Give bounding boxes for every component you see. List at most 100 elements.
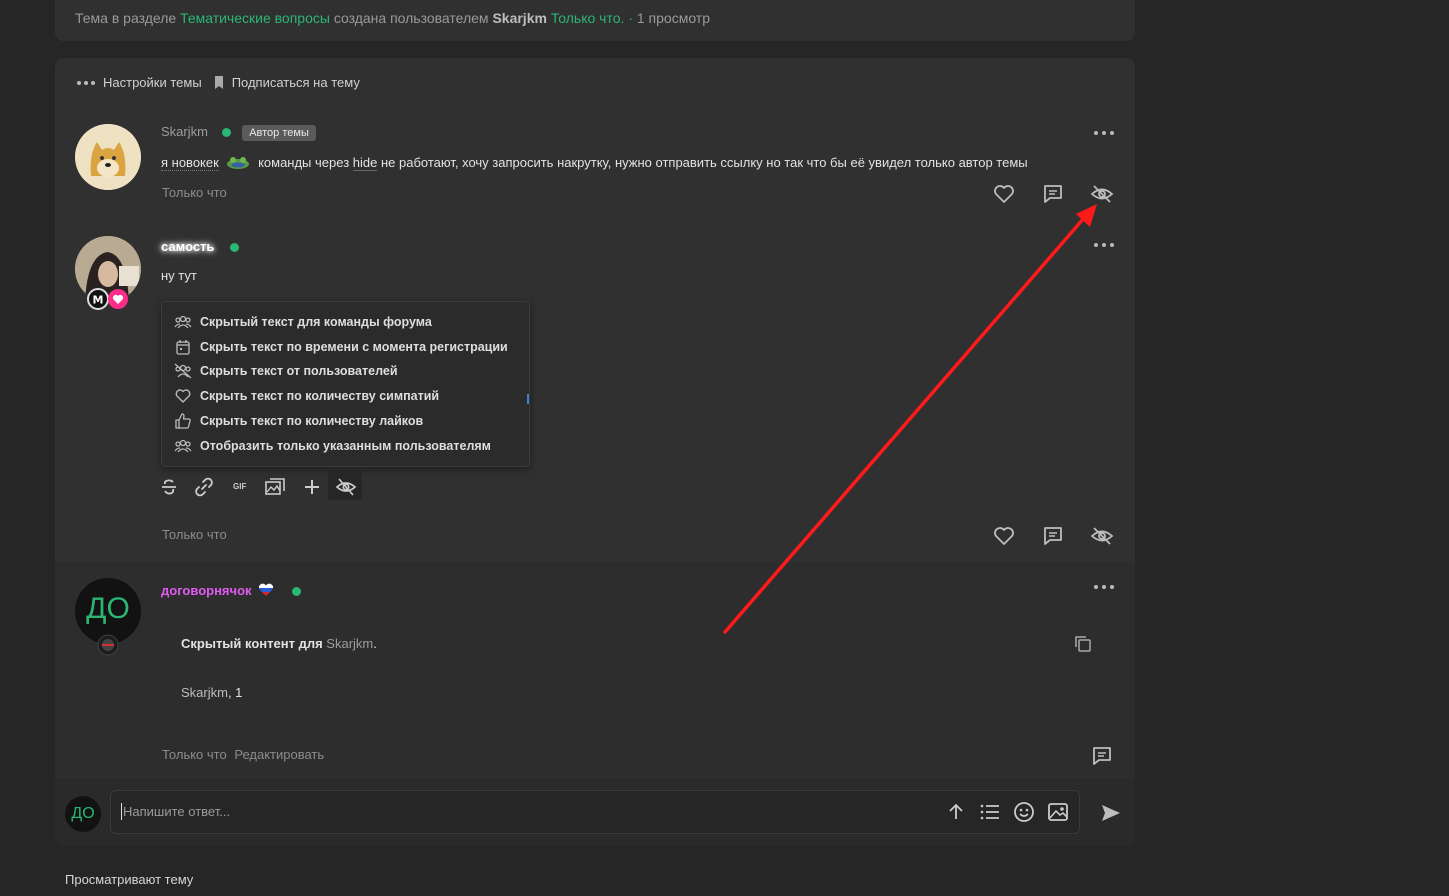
reply-comment-icon[interactable]: [1090, 744, 1114, 768]
post-time[interactable]: Только что: [162, 185, 227, 200]
menu-item-only-users[interactable]: Отобразить только указанным пользователя…: [174, 437, 491, 455]
reply-avatar: ДО: [65, 796, 101, 832]
strikethrough-icon[interactable]: [158, 476, 180, 498]
meta-views: 1 просмотр: [636, 10, 711, 26]
menu-item-time[interactable]: Скрыть текст по времени с момента регист…: [174, 338, 508, 356]
online-indicator: [291, 587, 301, 597]
text-cursor: [527, 394, 529, 404]
section-link[interactable]: Тематические вопросы: [180, 10, 330, 26]
flag-badge-icon: [97, 634, 119, 656]
plus-icon[interactable]: [301, 476, 323, 498]
post-footer: Только что Редактировать: [162, 747, 324, 762]
online-indicator: [221, 128, 231, 138]
menu-item-users-off[interactable]: Скрыть текст от пользователей: [174, 362, 398, 380]
post-header: договорнячок: [161, 583, 301, 598]
image-icon[interactable]: [1047, 801, 1069, 823]
badge-m-icon: M: [87, 288, 109, 310]
post-time[interactable]: Только что: [162, 527, 227, 542]
edit-link[interactable]: Редактировать: [234, 747, 324, 762]
svg-text:M: M: [93, 294, 104, 307]
heart-icon: [175, 389, 191, 403]
menu-item-likes[interactable]: Скрыть текст по количеству лайков: [174, 412, 423, 430]
gif-button[interactable]: GIF: [233, 482, 246, 491]
hidden-user-link[interactable]: Skarjkm: [326, 636, 373, 651]
viewers-heading: Просматривают тему: [65, 872, 194, 887]
quote-user[interactable]: Skarjkm: [181, 685, 228, 700]
post-3: ДО договорнячок Скрытый контент для Skar…: [55, 562, 1135, 778]
post-text: я новокек команды через hide не работают…: [161, 155, 1028, 171]
thread-toolbar: Настройки темы Подписаться на тему: [77, 75, 360, 90]
menu-item-label: Скрыть текст по времени с момента регист…: [200, 340, 508, 354]
reply-panel: ДО Напишите ответ...: [55, 778, 1135, 846]
bookmark-icon: [214, 76, 223, 89]
meta-prefix: Тема в разделе: [75, 10, 177, 26]
users-off-icon: [174, 363, 192, 379]
post-text-hide: hide: [352, 155, 378, 171]
copy-icon[interactable]: [1073, 634, 1093, 654]
hide-options-menu: Скрытый текст для команды форума Скрыть …: [161, 301, 530, 467]
thread-settings-button[interactable]: Настройки темы: [103, 75, 202, 90]
menu-item-label: Скрыть текст от пользователей: [200, 364, 398, 378]
doge-avatar-icon: [75, 124, 141, 190]
more-options-icon[interactable]: [1093, 582, 1115, 592]
avatar[interactable]: [75, 124, 141, 190]
reply-comment-icon[interactable]: [1041, 524, 1065, 548]
menu-item-label: Отобразить только указанным пользователя…: [200, 439, 491, 453]
post-text-part: не работают, хочу запросить накрутку, ну…: [380, 155, 1028, 170]
users-icon: [174, 439, 192, 453]
meta-created-by: создана пользователем: [333, 10, 489, 26]
arrow-up-icon[interactable]: [945, 801, 967, 823]
thread-meta-line: Тема в разделе Тематические вопросы созд…: [75, 10, 710, 26]
post-text: ну тут: [161, 268, 197, 283]
reply-avatar-initials: ДО: [71, 805, 95, 822]
thread-header-panel: Тема в разделе Тематические вопросы созд…: [55, 0, 1135, 41]
quote-line: Skarjkm, 1: [181, 685, 242, 700]
more-options-icon[interactable]: [1093, 240, 1115, 250]
calendar-icon: [176, 340, 190, 355]
emoji-frog-icon: [227, 157, 250, 169]
thread-panel: Настройки темы Подписаться на тему Skarj…: [55, 58, 1135, 845]
meta-time: Только что.: [550, 10, 625, 26]
reply-input[interactable]: Напишите ответ...: [110, 790, 1080, 834]
thumbs-up-icon: [175, 413, 191, 429]
gallery-icon[interactable]: [264, 476, 286, 498]
username[interactable]: самость: [161, 239, 214, 254]
emoji-icon[interactable]: [1013, 801, 1035, 823]
like-heart-icon[interactable]: [992, 524, 1016, 548]
post-text-part: команды через: [258, 155, 350, 170]
link-icon[interactable]: [193, 476, 215, 498]
author-badge: Автор темы: [242, 124, 316, 141]
menu-item-sympathies[interactable]: Скрыть текст по количеству симпатий: [174, 387, 439, 405]
post-header: самость: [161, 239, 240, 254]
hidden-content-notice: Скрытый контент для Skarjkm.: [181, 636, 377, 651]
meta-separator: ·: [628, 10, 633, 26]
online-indicator: [230, 243, 240, 253]
more-options-icon[interactable]: [1093, 128, 1115, 138]
reply-placeholder: Напишите ответ...: [123, 804, 231, 819]
author-link[interactable]: Skarjkm: [492, 10, 546, 26]
send-icon[interactable]: [1100, 802, 1122, 824]
post-text-part: я новокек: [161, 155, 219, 171]
post-time[interactable]: Только что: [162, 747, 227, 762]
avatar-initials: ДО: [86, 592, 130, 625]
username[interactable]: Skarjkm: [161, 124, 208, 139]
quote-rest: , 1: [227, 685, 243, 700]
menu-item-label: Скрыть текст по количеству симпатий: [200, 389, 440, 403]
subscribe-button[interactable]: Подписаться на тему: [232, 75, 360, 90]
input-caret: [121, 803, 122, 820]
hide-eye-off-icon[interactable]: [1090, 524, 1114, 548]
menu-item-label: Скрыть текст по количеству лайков: [200, 414, 424, 428]
team-icon: [174, 315, 192, 329]
hide-eye-off-icon[interactable]: [335, 476, 357, 498]
badge-heart-icon: [108, 289, 128, 309]
menu-item-label: Скрытый текст для команды форума: [200, 315, 432, 329]
menu-item-team[interactable]: Скрытый текст для команды форума: [174, 313, 432, 331]
hidden-dot: .: [373, 636, 377, 651]
like-heart-icon[interactable]: [992, 182, 1016, 206]
list-icon[interactable]: [979, 801, 1001, 823]
more-dots-icon[interactable]: [77, 80, 95, 85]
username[interactable]: договорнячок: [161, 583, 252, 598]
reply-comment-icon[interactable]: [1041, 182, 1065, 206]
hide-eye-off-icon[interactable]: [1090, 182, 1114, 206]
hidden-label: Скрытый контент для: [181, 636, 323, 651]
